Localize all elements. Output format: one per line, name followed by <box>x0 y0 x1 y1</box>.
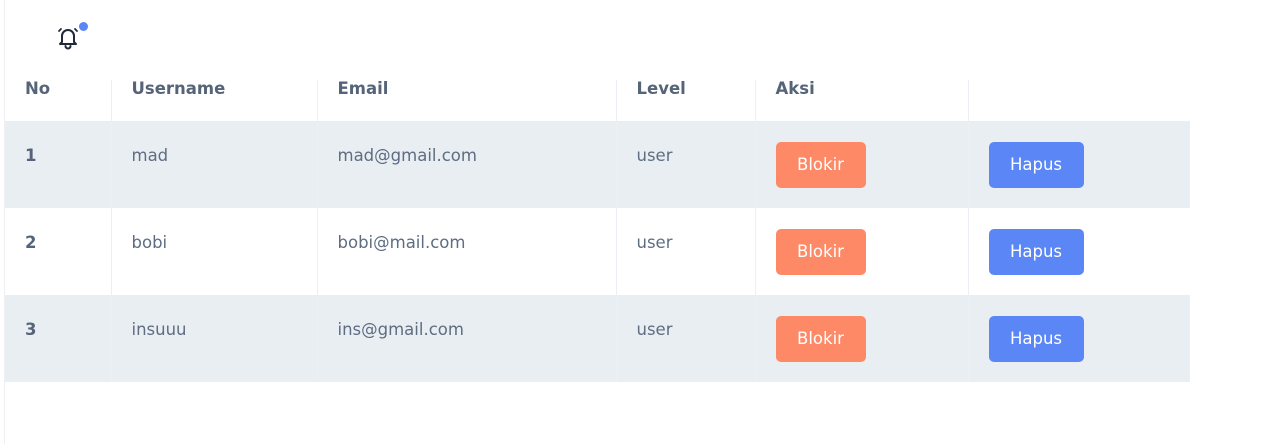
cell-username: mad <box>111 121 318 208</box>
cell-email: bobi@mail.com <box>317 208 617 295</box>
cell-block-action: Blokir <box>755 121 969 208</box>
cell-email: ins@gmail.com <box>317 295 617 382</box>
block-button[interactable]: Blokir <box>775 142 866 188</box>
cell-delete-action: Hapus <box>968 121 1190 208</box>
header-no: No <box>5 80 112 121</box>
header-empty <box>968 80 1190 121</box>
users-table: No Username Email Level Aksi 1 mad mad@g… <box>5 80 1190 382</box>
table-row: 1 mad mad@gmail.com user Blokir Hapus <box>5 121 1190 208</box>
block-button[interactable]: Blokir <box>775 229 866 275</box>
cell-no: 2 <box>5 208 112 295</box>
cell-delete-action: Hapus <box>968 208 1190 295</box>
delete-button[interactable]: Hapus <box>988 229 1084 275</box>
notification-button[interactable] <box>55 22 88 51</box>
header-level: Level <box>616 80 756 121</box>
table-row: 2 bobi bobi@mail.com user Blokir Hapus <box>5 208 1190 295</box>
cell-email: mad@gmail.com <box>317 121 617 208</box>
cell-level: user <box>616 121 756 208</box>
cell-block-action: Blokir <box>755 295 969 382</box>
cell-block-action: Blokir <box>755 208 969 295</box>
delete-button[interactable]: Hapus <box>988 316 1084 362</box>
header-email: Email <box>317 80 617 121</box>
cell-level: user <box>616 295 756 382</box>
table-row: 3 insuuu ins@gmail.com user Blokir Hapus <box>5 295 1190 382</box>
delete-button[interactable]: Hapus <box>988 142 1084 188</box>
cell-no: 3 <box>5 295 112 382</box>
bell-icon <box>58 28 78 50</box>
header-username: Username <box>111 80 318 121</box>
cell-no: 1 <box>5 121 112 208</box>
cell-username: bobi <box>111 208 318 295</box>
cell-level: user <box>616 208 756 295</box>
block-button[interactable]: Blokir <box>775 316 866 362</box>
cell-delete-action: Hapus <box>968 295 1190 382</box>
header-aksi: Aksi <box>755 80 969 121</box>
notification-dot <box>79 22 88 31</box>
table-header-row: No Username Email Level Aksi <box>5 80 1190 121</box>
cell-username: insuuu <box>111 295 318 382</box>
